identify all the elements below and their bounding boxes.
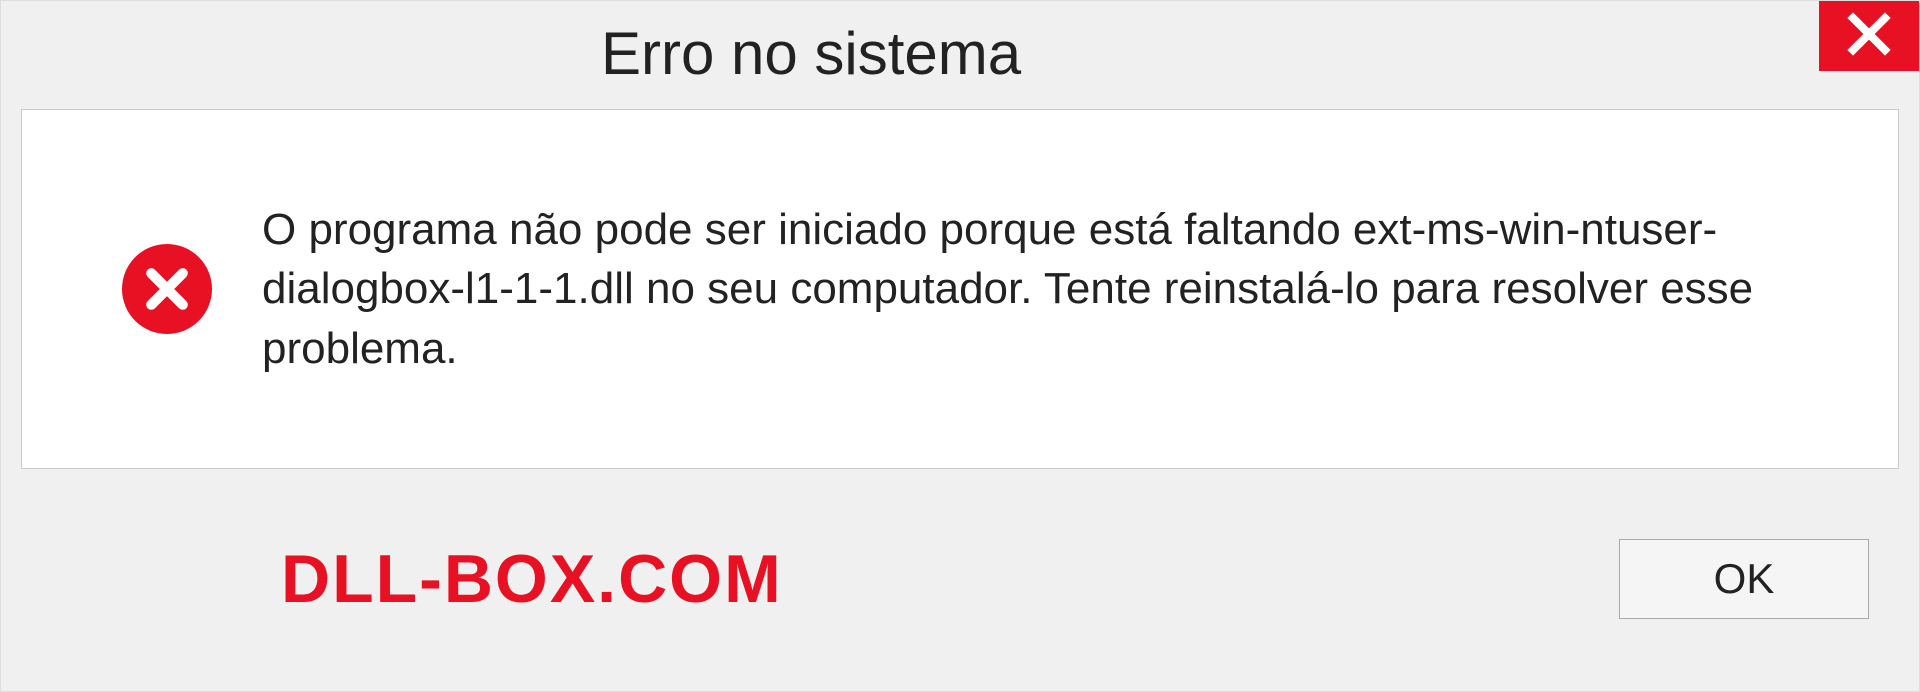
- title-bar: Erro no sistema: [1, 1, 1919, 101]
- close-icon: [1845, 10, 1893, 63]
- dialog-title: Erro no sistema: [601, 1, 1021, 88]
- error-icon: [122, 244, 212, 334]
- close-button[interactable]: [1819, 1, 1919, 71]
- error-message: O programa não pode ser iniciado porque …: [262, 200, 1818, 378]
- footer-row: DLL-BOX.COM OK: [1, 539, 1919, 619]
- watermark-text: DLL-BOX.COM: [281, 540, 783, 618]
- ok-button[interactable]: OK: [1619, 539, 1869, 619]
- content-panel: O programa não pode ser iniciado porque …: [21, 109, 1899, 469]
